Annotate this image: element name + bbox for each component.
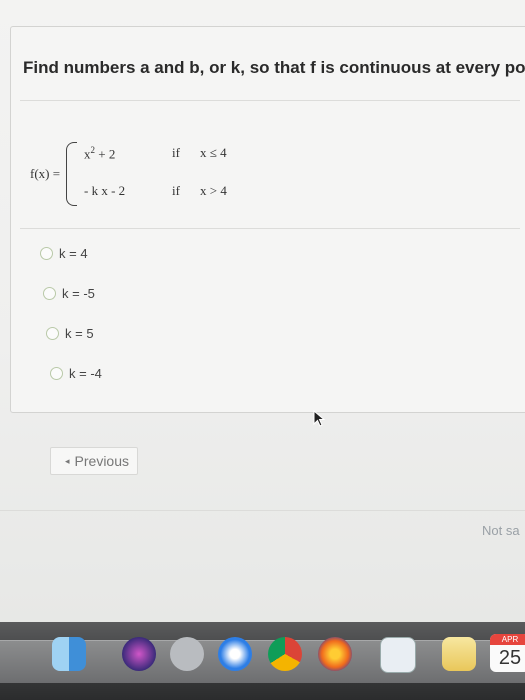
- radio-button[interactable]: [50, 367, 63, 380]
- case2-condition: x > 4: [200, 183, 227, 198]
- radio-button[interactable]: [46, 327, 59, 340]
- calendar-icon[interactable]: APR 25: [490, 634, 525, 672]
- previous-button[interactable]: ◂ Previous: [50, 447, 138, 475]
- chrome-icon[interactable]: [268, 637, 302, 671]
- divider: [0, 510, 525, 511]
- piecewise-brace: [66, 142, 77, 206]
- calendar-month: APR: [490, 634, 525, 645]
- safari-icon[interactable]: [218, 637, 252, 671]
- notes-icon[interactable]: [442, 637, 476, 671]
- option-k-neg5[interactable]: k = -5: [43, 286, 95, 301]
- save-status: Not sa: [482, 523, 520, 538]
- chevron-left-icon: ◂: [65, 455, 70, 466]
- option-k-4[interactable]: k = 4: [40, 246, 88, 261]
- case2-expression: - k x - 2: [84, 183, 126, 198]
- preview-icon[interactable]: [380, 637, 416, 673]
- option-k-5[interactable]: k = 5: [46, 326, 94, 341]
- divider: [20, 100, 520, 101]
- calendar-day: 25: [498, 647, 522, 669]
- finder-icon[interactable]: [52, 637, 86, 671]
- option-label: k = 4: [59, 246, 88, 261]
- option-label: k = 5: [65, 326, 94, 341]
- case1-expression: x2 + 2: [84, 145, 116, 162]
- radio-button[interactable]: [43, 287, 56, 300]
- previous-label: Previous: [74, 453, 129, 469]
- mouse-cursor-icon: [313, 410, 326, 427]
- case2-if: if: [172, 183, 180, 198]
- option-label: k = -4: [69, 366, 102, 381]
- case1-if: if: [172, 145, 180, 160]
- radio-button[interactable]: [40, 247, 53, 260]
- divider: [20, 228, 520, 229]
- function-name: f(x) =: [30, 166, 61, 181]
- case1-condition: x ≤ 4: [200, 145, 227, 160]
- option-label: k = -5: [62, 286, 95, 301]
- firefox-icon[interactable]: [318, 637, 352, 671]
- question-text: Find numbers a and b, or k, so that f is…: [23, 58, 525, 77]
- option-k-neg4[interactable]: k = -4: [50, 366, 102, 381]
- question-card: [10, 26, 525, 413]
- launchpad-icon[interactable]: [170, 637, 204, 671]
- siri-icon[interactable]: [122, 637, 156, 671]
